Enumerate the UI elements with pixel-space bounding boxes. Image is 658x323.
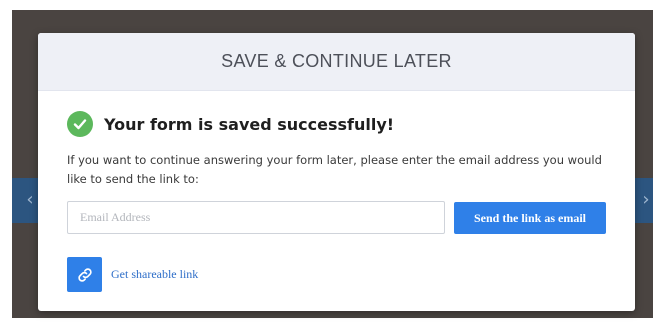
check-circle-icon [67, 111, 93, 137]
dialog-title: SAVE & CONTINUE LATER [221, 51, 452, 71]
background-prev-arrow-icon: ‹ [26, 189, 34, 210]
send-link-email-button[interactable]: Send the link as email [454, 202, 606, 234]
instructions-text: If you want to continue answering your f… [67, 153, 602, 186]
email-address-input[interactable] [67, 201, 445, 234]
save-continue-dialog: SAVE & CONTINUE LATER Your form is saved… [38, 33, 635, 311]
success-message-row: Your form is saved successfully! [67, 111, 394, 137]
success-message: Your form is saved successfully! [104, 114, 395, 134]
shareable-link-row[interactable]: Get shareable link [67, 257, 198, 292]
dialog-header: SAVE & CONTINUE LATER [38, 33, 635, 91]
background-next-arrow-icon: › [642, 189, 650, 210]
get-shareable-link[interactable]: Get shareable link [111, 267, 198, 282]
link-icon[interactable] [67, 257, 102, 292]
